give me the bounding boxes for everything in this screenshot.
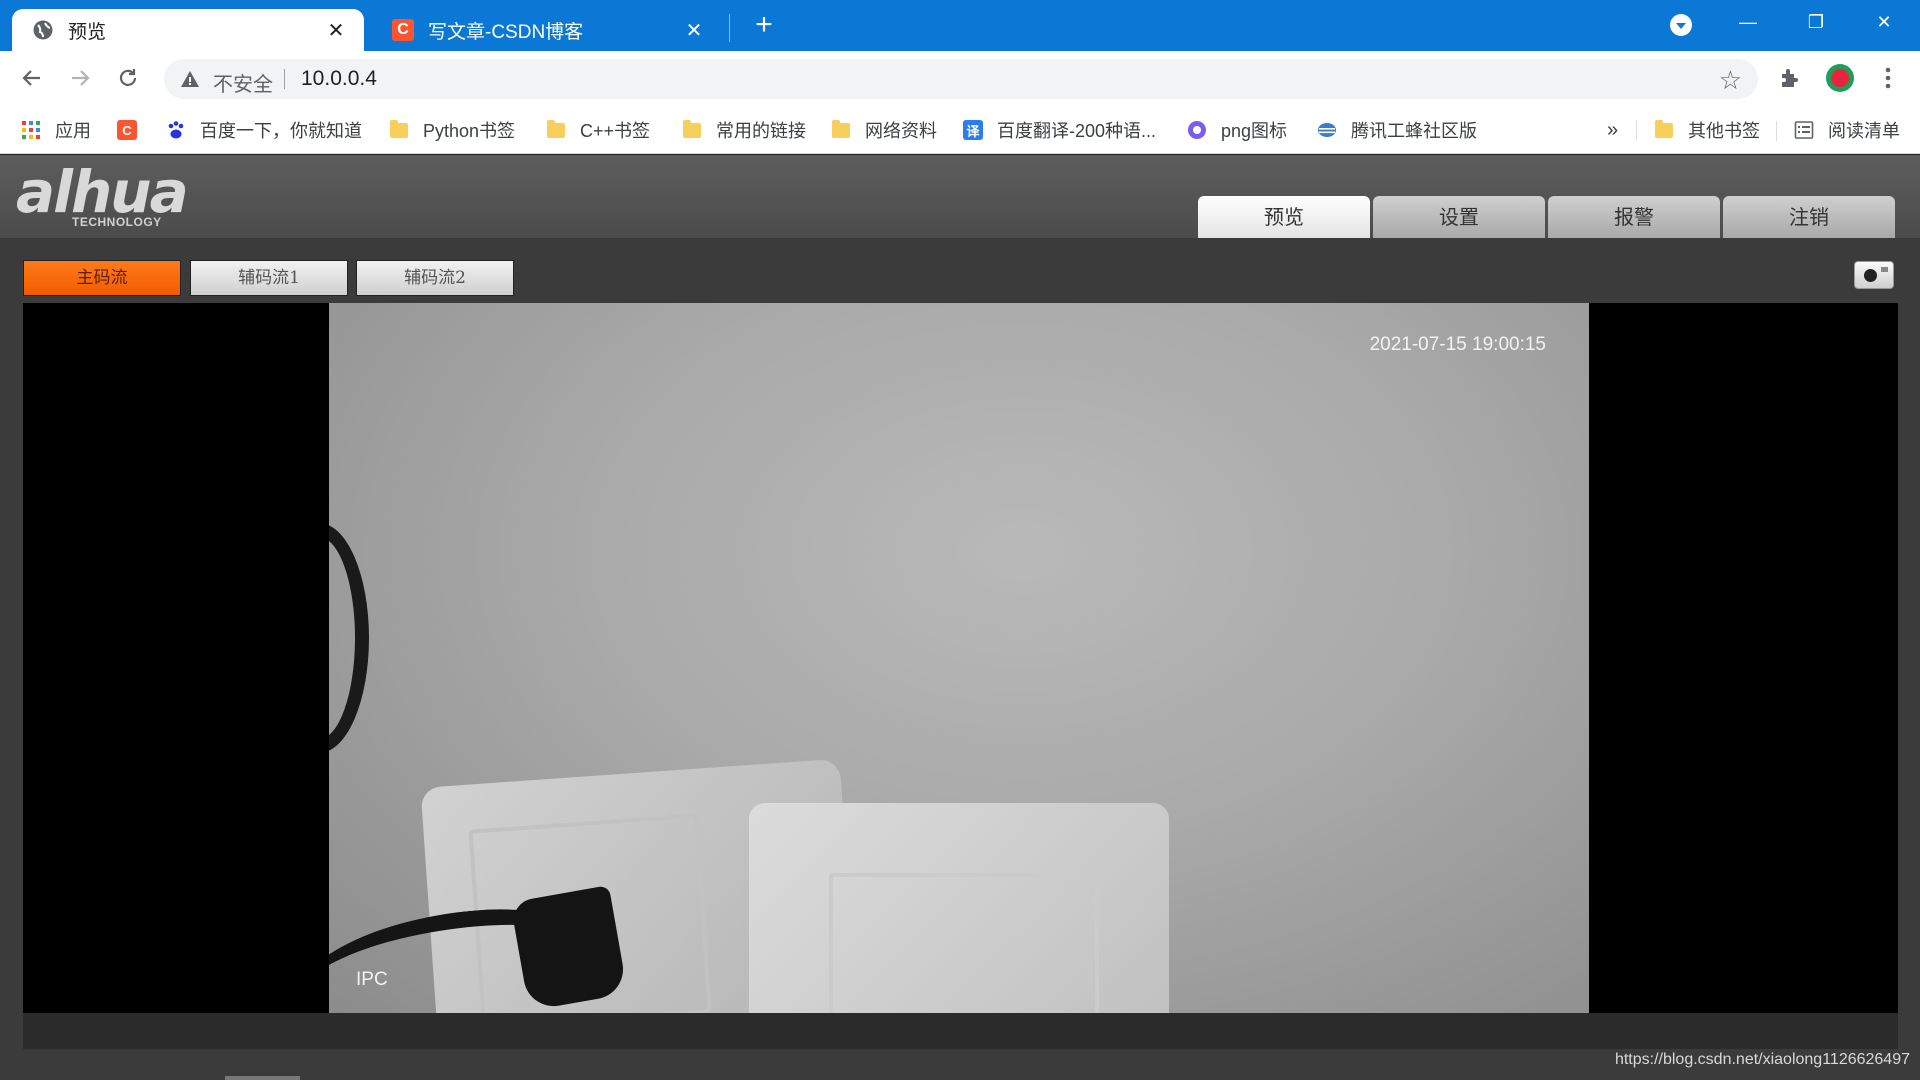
arrow-right-icon bbox=[72, 70, 90, 86]
bookmark-label: 应用 bbox=[55, 121, 91, 141]
bookmark-folder-cpp[interactable]: C++书签 bbox=[546, 116, 650, 144]
close-tab-icon[interactable]: ✕ bbox=[684, 18, 704, 43]
bookmark-folder-links[interactable]: 常用的链接 bbox=[682, 116, 806, 144]
back-button[interactable] bbox=[17, 63, 47, 93]
bookmark-label: Python书签 bbox=[423, 121, 516, 141]
folder-icon bbox=[682, 119, 702, 140]
tab-title: 写文章-CSDN博客 bbox=[428, 21, 584, 43]
video-viewport[interactable]: 2021-07-15 19:00:15 IPC bbox=[23, 303, 1898, 1013]
tab-preview[interactable]: 预览 ✕ bbox=[12, 9, 364, 51]
bookmark-star-icon[interactable]: ☆ bbox=[1719, 65, 1742, 96]
bookmark-label: 腾讯工蜂社区版 bbox=[1351, 121, 1477, 141]
extensions-button[interactable] bbox=[1775, 63, 1805, 93]
bookmark-label: 网络资料 bbox=[865, 121, 937, 141]
forward-button[interactable] bbox=[65, 63, 95, 93]
osd-channel-name: IPC bbox=[356, 969, 388, 990]
globe-icon bbox=[32, 19, 54, 41]
minimize-button[interactable]: — bbox=[1728, 8, 1768, 36]
nav-tab-settings[interactable]: 设置 bbox=[1373, 196, 1545, 238]
bookmark-divider bbox=[1776, 121, 1777, 141]
main-stream-button[interactable]: 主码流 bbox=[23, 260, 181, 296]
restore-button[interactable]: ❐ bbox=[1796, 8, 1836, 36]
translate-icon: 译 bbox=[963, 120, 983, 140]
security-label[interactable]: 不安全 bbox=[213, 68, 273, 97]
bookmark-folder-network[interactable]: 网络资料 bbox=[831, 116, 937, 144]
bookmarks-overflow-button[interactable]: » bbox=[1607, 116, 1618, 144]
reload-icon bbox=[119, 69, 137, 86]
folder-icon bbox=[389, 119, 409, 140]
nav-tab-preview[interactable]: 预览 bbox=[1198, 196, 1370, 238]
avatar-icon bbox=[1826, 64, 1854, 92]
video-control-strip bbox=[23, 1013, 1898, 1049]
folder-icon bbox=[1654, 119, 1674, 140]
logo-wordmark: alhua bbox=[16, 158, 189, 226]
close-tab-icon[interactable]: ✕ bbox=[326, 18, 346, 43]
bookmarks-bar: 应用 C 百度一下，你就知道 Python书签 C++书签 常用的链接 网络资料… bbox=[0, 107, 1920, 154]
address-bar[interactable]: 不安全 10.0.0.4 ☆ bbox=[164, 59, 1758, 99]
puzzle-icon bbox=[1782, 69, 1798, 87]
reading-list-icon bbox=[1794, 120, 1814, 140]
bookmark-label: 阅读清单 bbox=[1828, 121, 1900, 141]
sub-stream-1-button[interactable]: 辅码流1 bbox=[190, 260, 348, 296]
osd-timestamp: 2021-07-15 19:00:15 bbox=[1369, 334, 1546, 355]
bookmark-other[interactable]: 其他书签 bbox=[1654, 116, 1760, 144]
tab-search-icon[interactable] bbox=[1670, 14, 1692, 36]
bookmark-baidu[interactable]: 百度一下，你就知道 bbox=[166, 116, 362, 144]
apps-grid-icon bbox=[21, 120, 41, 140]
reading-list-button[interactable]: 阅读清单 bbox=[1794, 116, 1900, 144]
tencent-bee-icon bbox=[1317, 120, 1337, 140]
folder-icon bbox=[546, 119, 566, 140]
arrow-left-icon bbox=[22, 70, 40, 86]
png-circle-icon bbox=[1187, 120, 1207, 140]
reload-button[interactable] bbox=[113, 63, 143, 93]
bookmark-label: 百度一下，你就知道 bbox=[200, 121, 362, 141]
bookmark-divider bbox=[1636, 121, 1637, 141]
dahua-logo: alhua TECHNOLOGY bbox=[16, 163, 226, 231]
bookmark-png-icons[interactable]: png图标 bbox=[1187, 116, 1287, 144]
baidu-paw-icon bbox=[166, 120, 186, 140]
new-tab-button[interactable]: + bbox=[750, 9, 778, 41]
nav-tab-alarm[interactable]: 报警 bbox=[1548, 196, 1720, 238]
snapshot-camera-icon[interactable] bbox=[1854, 261, 1894, 289]
bookmark-apps[interactable]: 应用 bbox=[21, 116, 91, 144]
kebab-menu-icon bbox=[1885, 67, 1891, 89]
tab-separator bbox=[729, 14, 730, 42]
url-text[interactable]: 10.0.0.4 bbox=[301, 67, 377, 91]
bookmark-label: 百度翻译-200种语... bbox=[997, 121, 1157, 141]
tab-csdn[interactable]: C 写文章-CSDN博客 ✕ bbox=[372, 9, 722, 51]
bookmark-label: png图标 bbox=[1221, 121, 1288, 141]
bookmark-csdn[interactable]: C bbox=[117, 116, 151, 144]
logo-tagline: TECHNOLOGY bbox=[72, 215, 162, 229]
profile-avatar[interactable] bbox=[1825, 63, 1855, 93]
bookmark-label: 其他书签 bbox=[1688, 121, 1760, 141]
csdn-watermark: https://blog.csdn.net/xiaolong1126626497 bbox=[1614, 1051, 1910, 1068]
close-window-button[interactable]: ✕ bbox=[1864, 8, 1904, 36]
live-video-frame[interactable]: 2021-07-15 19:00:15 IPC bbox=[329, 303, 1589, 1013]
bookmark-label: 常用的链接 bbox=[716, 121, 806, 141]
app-header: alhua TECHNOLOGY 预览 设置 报警 注销 bbox=[0, 155, 1920, 238]
warning-icon[interactable] bbox=[180, 69, 200, 89]
horizontal-scrollbar[interactable] bbox=[225, 1076, 300, 1080]
bookmark-baidu-translate[interactable]: 译 百度翻译-200种语... bbox=[963, 116, 1156, 144]
address-divider bbox=[284, 69, 285, 89]
bookmark-tencent-bee[interactable]: 腾讯工蜂社区版 bbox=[1317, 116, 1477, 144]
csdn-icon: C bbox=[392, 19, 414, 41]
csdn-icon: C bbox=[117, 120, 137, 140]
video-content-socket bbox=[749, 803, 1169, 1013]
video-content-cable bbox=[329, 523, 369, 753]
video-content-plug bbox=[510, 885, 628, 1011]
nav-tab-logout[interactable]: 注销 bbox=[1723, 196, 1895, 238]
browser-toolbar: 不安全 10.0.0.4 ☆ bbox=[0, 51, 1920, 107]
menu-button[interactable] bbox=[1873, 63, 1903, 93]
folder-icon bbox=[831, 119, 851, 140]
tab-title: 预览 bbox=[68, 21, 107, 43]
bookmark-label: C++书签 bbox=[580, 121, 651, 141]
browser-tab-strip: 预览 ✕ C 写文章-CSDN博客 ✕ + — ❐ ✕ bbox=[0, 0, 1920, 51]
sub-stream-2-button[interactable]: 辅码流2 bbox=[356, 260, 514, 296]
bookmark-folder-python[interactable]: Python书签 bbox=[389, 116, 515, 144]
